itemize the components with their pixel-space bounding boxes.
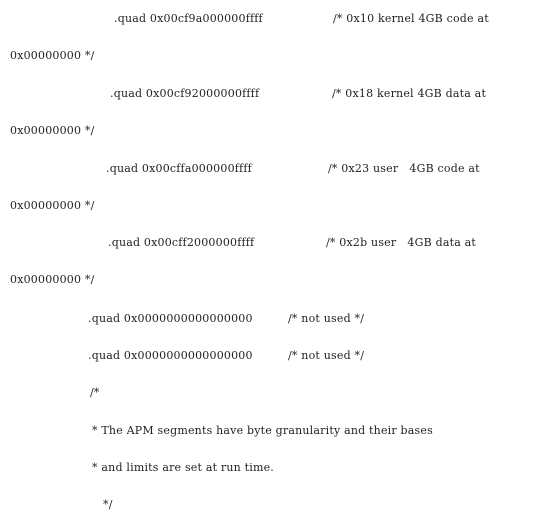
code-line-4: .quad 0x00cff2000000ffff [108, 236, 255, 249]
code-line-1: .quad 0x00cf9a000000ffff [114, 12, 263, 25]
comment-line-2: /* 0x18 kernel 4GB data at [332, 87, 487, 100]
comment-open: /* [90, 386, 100, 399]
code-line-5: .quad 0x0000000000000000 [88, 312, 253, 325]
comment-continuation-3: 0x00000000 */ [10, 199, 95, 212]
comment-body-2: * and limits are set at run time. [92, 461, 274, 474]
comment-line-4: /* 0x2b user 4GB data at [326, 236, 477, 249]
comment-line-5: /* not used */ [288, 312, 365, 325]
comment-line-1: /* 0x10 kernel 4GB code at [333, 12, 489, 25]
code-line-2: .quad 0x00cf92000000ffff [110, 87, 260, 100]
comment-body-1: * The APM segments have byte granularity… [92, 424, 433, 437]
code-line-6: .quad 0x0000000000000000 [88, 349, 253, 362]
comment-close: */ [103, 498, 113, 511]
comment-line-6: /* not used */ [288, 349, 365, 362]
comment-continuation-4: 0x00000000 */ [10, 273, 95, 286]
code-line-3: .quad 0x00cffa000000ffff [106, 162, 252, 175]
comment-continuation-2: 0x00000000 */ [10, 124, 95, 137]
comment-continuation-1: 0x00000000 */ [10, 49, 95, 62]
comment-line-3: /* 0x23 user 4GB code at [328, 162, 480, 175]
